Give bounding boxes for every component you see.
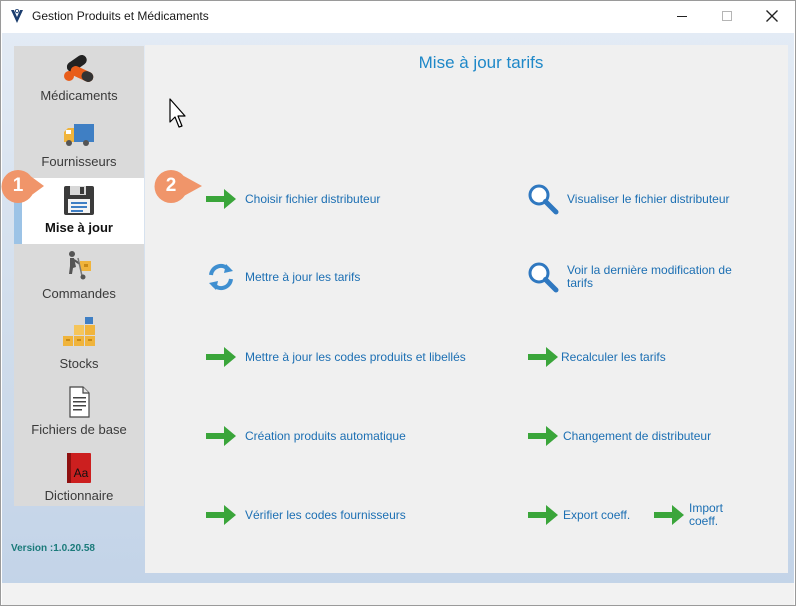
app-logo-icon	[11, 8, 23, 23]
magnifier-icon	[528, 184, 559, 215]
action-label: Mettre à jour les tarifs	[245, 269, 361, 284]
sidebar-item-stocks[interactable]: Stocks	[14, 310, 144, 380]
sidebar-item-commandes[interactable]: Commandes	[14, 244, 144, 310]
action-label: Changement de distributeur	[563, 428, 712, 443]
maximize-icon	[722, 11, 732, 21]
minimize-button[interactable]	[659, 1, 705, 31]
document-icon	[69, 386, 90, 418]
sidebar-item-dictionnaire[interactable]: Aa Dictionnaire	[14, 446, 144, 512]
status-strip	[2, 583, 794, 605]
pills-icon	[64, 54, 94, 82]
sidebar-item-label: Stocks	[59, 356, 99, 371]
green-arrow-icon	[654, 505, 684, 525]
green-arrow-icon	[528, 426, 558, 446]
magnifier-icon	[528, 262, 559, 293]
floppy-disk-icon	[64, 186, 94, 215]
app-window: Gestion Produits et Médicaments Médicame…	[0, 0, 796, 606]
update-product-codes-button[interactable]: Mettre à jour les codes produits et libe…	[203, 340, 466, 374]
action-label: Export coeff.	[563, 507, 631, 522]
green-arrow-icon	[528, 347, 558, 367]
action-label: Voir la dernière modification de tarifs	[567, 263, 732, 290]
sidebar-item-label: Médicaments	[40, 88, 118, 103]
choose-distributor-file-button[interactable]: Choisir fichier distributeur	[203, 182, 380, 216]
callout-step-1: 1	[1, 169, 44, 203]
action-label: Visualiser le fichier distributeur	[567, 191, 730, 206]
update-prices-button[interactable]: Mettre à jour les tarifs	[203, 260, 360, 294]
sidebar-item-label: Mise à jour	[45, 220, 113, 235]
view-last-price-change-button[interactable]: Voir la dernière modification de tarifs	[525, 260, 757, 294]
dictionary-icon: Aa	[67, 453, 91, 483]
hand-truck-icon	[69, 251, 91, 280]
green-arrow-icon	[206, 189, 236, 209]
minimize-icon	[677, 16, 687, 17]
callout-number: 2	[165, 175, 177, 196]
window-title: Gestion Produits et Médicaments	[32, 9, 209, 23]
green-arrow-icon	[206, 347, 236, 367]
sidebar-item-fichiers-de-base[interactable]: Fichiers de base	[14, 380, 144, 446]
truck-icon	[64, 124, 94, 146]
close-icon	[766, 10, 778, 22]
green-arrow-icon	[206, 505, 236, 525]
green-arrow-icon	[206, 426, 236, 446]
action-label: Mettre à jour les codes produits et libe…	[245, 349, 466, 364]
sidebar-item-label: Fichiers de base	[31, 422, 127, 437]
green-arrow-icon	[528, 505, 558, 525]
sidebar-item-label: Dictionnaire	[44, 488, 114, 503]
action-label: Choisir fichier distributeur	[245, 191, 381, 206]
recalculate-prices-button[interactable]: Recalculer les tarifs	[525, 340, 666, 374]
refresh-icon	[209, 263, 233, 291]
export-coeff-button[interactable]: Export coeff.	[525, 498, 630, 532]
callout-step-2: 2	[154, 169, 202, 203]
title-bar: Gestion Produits et Médicaments	[1, 1, 795, 33]
maximize-button[interactable]	[704, 1, 750, 31]
action-label: Import coeff.	[689, 501, 724, 528]
sidebar-item-label: Commandes	[42, 286, 116, 301]
mouse-cursor-icon	[169, 98, 186, 128]
check-supplier-codes-button[interactable]: Vérifier les codes fournisseurs	[203, 498, 406, 532]
svg-text:Aa: Aa	[74, 466, 89, 480]
boxes-icon	[63, 317, 95, 346]
import-coeff-button[interactable]: Import coeff.	[651, 498, 737, 532]
page-title: Mise à jour tarifs	[418, 53, 544, 72]
callout-number: 1	[12, 175, 24, 196]
change-distributor-button[interactable]: Changement de distributeur	[525, 419, 711, 453]
sidebar: Médicaments Fournisseurs Mise à jour Com…	[14, 46, 144, 506]
main-panel: Mise à jour tarifs Choisir fichier distr…	[145, 45, 788, 573]
action-label: Vérifier les codes fournisseurs	[245, 507, 406, 522]
version-label: Version :1.0.20.58	[11, 543, 95, 554]
action-label: Recalculer les tarifs	[561, 349, 666, 364]
action-label: Création produits automatique	[245, 428, 406, 443]
close-button[interactable]	[749, 1, 795, 31]
sidebar-item-label: Fournisseurs	[41, 154, 117, 169]
view-distributor-file-button[interactable]: Visualiser le fichier distributeur	[525, 182, 730, 216]
auto-create-products-button[interactable]: Création produits automatique	[203, 419, 406, 453]
sidebar-item-medicaments[interactable]: Médicaments	[14, 46, 144, 112]
